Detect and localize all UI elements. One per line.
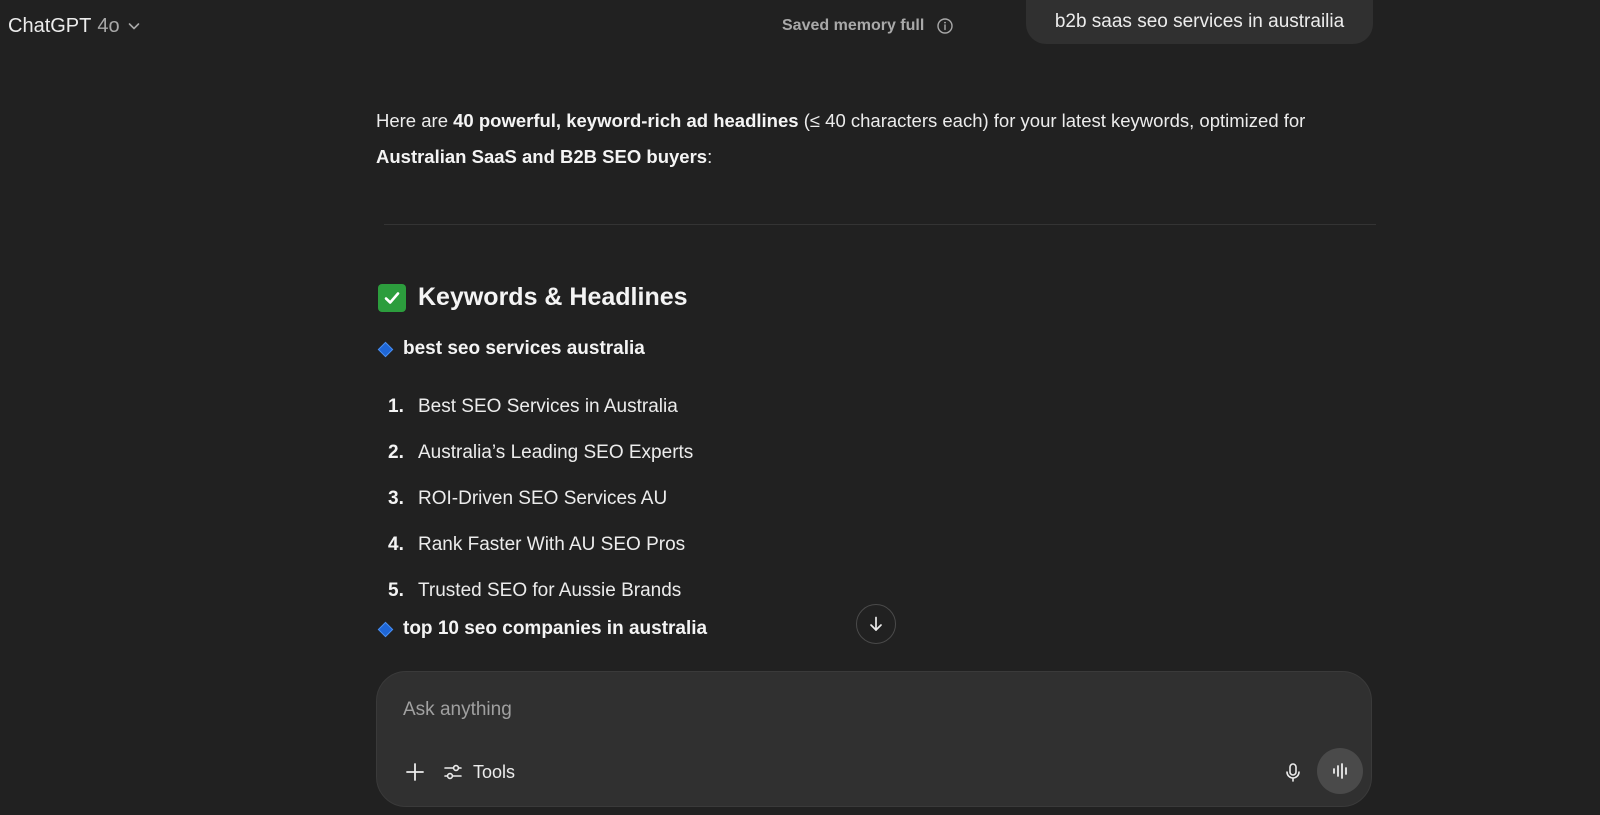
headline-text: Rank Faster With AU SEO Pros [418,534,686,555]
user-message-bubble: b2b saas seo services in austrailia [1026,0,1373,44]
model-version: 4o [97,14,120,37]
keyword-text: best seo services australia [403,338,645,359]
list-item: 4. Rank Faster With AU SEO Pros [388,522,693,568]
attach-button[interactable] [397,754,433,790]
composer: Tools [376,671,1372,807]
assistant-intro: Here are 40 powerful, keyword-rich ad he… [376,103,1372,175]
list-number: 2. [388,442,404,463]
list-number: 3. [388,488,404,509]
diamond-icon [377,621,394,637]
check-mark-icon [378,283,406,312]
chevron-down-icon [128,23,139,30]
keyword-text: top 10 seo companies in australia [403,618,708,639]
list-item: 3. ROI-Driven SEO Services AU [388,476,693,522]
plus-icon [406,763,424,781]
intro-text: (≤ 40 characters each) for your latest k… [798,110,1306,131]
headline-list: 1. Best SEO Services in Australia 2. Austr… [388,384,693,614]
headline-text: ROI-Driven SEO Services AU [418,488,668,509]
user-message-text: b2b saas seo services in austrailia [1054,11,1345,32]
tools-label: Tools [473,761,516,782]
section-heading-text: Keywords & Headlines [418,283,688,311]
sliders-icon [444,764,462,780]
model-name: ChatGPT [8,14,92,37]
voice-waveform-icon [1333,763,1347,779]
headline-text: Trusted SEO for Aussie Brands [418,580,682,601]
model-selector[interactable]: ChatGPT 4o [8,12,142,40]
keyword-label: top 10 seo companies in australia [377,618,708,640]
intro-bold: 40 powerful, keyword-rich ad headlines [453,110,799,131]
prompt-input[interactable] [403,692,1303,728]
intro-text: : [707,146,713,167]
section-heading: Keywords & Headlines [378,283,688,312]
intro-bold: Australian SaaS and B2B SEO buyers [376,146,708,167]
chat-window: ChatGPT 4o Saved memory full b2b saas se… [0,0,1600,815]
dictate-button[interactable] [1275,754,1311,790]
section-divider [384,224,1376,225]
list-item: 5. Trusted SEO for Aussie Brands [388,568,693,614]
list-item: 1. Best SEO Services in Australia [388,384,693,430]
intro-text: Here are [376,110,454,131]
arrow-down-icon [870,616,882,631]
headline-text: Australia’s Leading SEO Experts [418,442,694,463]
memory-status: Saved memory full [782,14,954,38]
list-number: 5. [388,580,404,601]
scroll-to-bottom-button[interactable] [856,604,896,644]
list-item: 2. Australia’s Leading SEO Experts [388,430,693,476]
microphone-icon [1286,763,1300,782]
keyword-label: best seo services australia [377,338,645,360]
tools-button[interactable]: Tools [443,754,515,790]
diamond-icon [377,341,394,357]
headline-text: Best SEO Services in Australia [418,396,678,417]
list-number: 4. [388,534,404,555]
list-number: 1. [388,396,404,417]
voice-mode-button[interactable] [1317,748,1363,794]
memory-status-text: Saved memory full [782,17,925,34]
info-icon[interactable] [936,17,954,35]
